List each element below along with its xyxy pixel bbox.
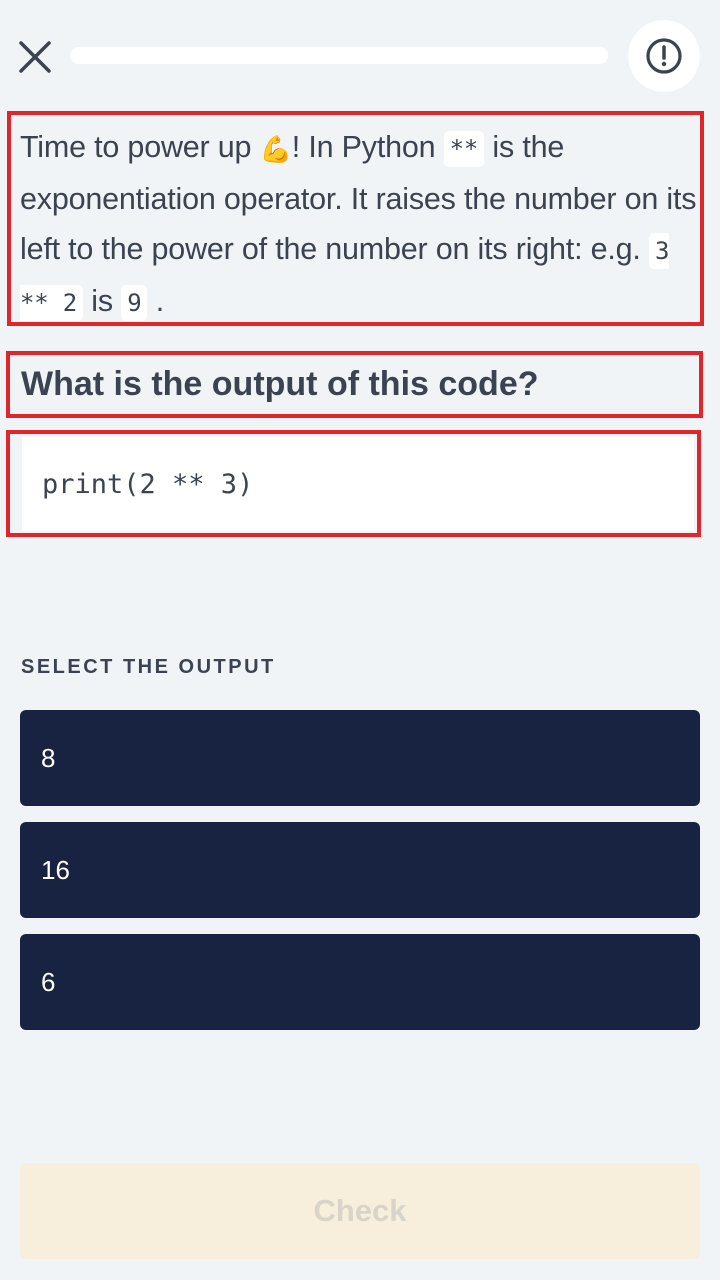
alert-circle-icon <box>646 38 682 74</box>
close-icon <box>19 41 51 73</box>
intro-text-part5: . <box>147 284 164 318</box>
answer-option[interactable]: 6 <box>20 934 700 1030</box>
code-text: print(2 ** 3) <box>42 468 254 500</box>
intro-text: Time to power up 💪! In Python ** is the … <box>20 122 700 328</box>
answer-option-label: 16 <box>41 854 70 885</box>
lesson-screen: Time to power up 💪! In Python ** is the … <box>0 0 720 1280</box>
intro-text-part2: ! In Python <box>291 130 444 164</box>
check-button[interactable]: Check <box>20 1163 700 1259</box>
close-button[interactable] <box>14 36 56 78</box>
select-output-label: SELECT THE OUTPUT <box>21 656 276 678</box>
code-block: print(2 ** 3) <box>22 437 694 531</box>
intro-text-part4: is <box>83 284 122 318</box>
check-button-label: Check <box>313 1193 407 1228</box>
report-button[interactable] <box>628 20 700 92</box>
operator-code: ** <box>443 131 485 167</box>
result-code: 9 <box>121 285 148 321</box>
question-title: What is the output of this code? <box>21 365 539 403</box>
answer-option[interactable]: 8 <box>20 710 700 806</box>
flexed-biceps-icon: 💪 <box>259 133 292 164</box>
answer-option-label: 8 <box>41 742 56 773</box>
progress-bar <box>70 47 608 64</box>
answer-option[interactable]: 16 <box>20 822 700 918</box>
intro-text-part1: Time to power up <box>20 130 260 164</box>
answer-option-label: 6 <box>41 966 56 997</box>
